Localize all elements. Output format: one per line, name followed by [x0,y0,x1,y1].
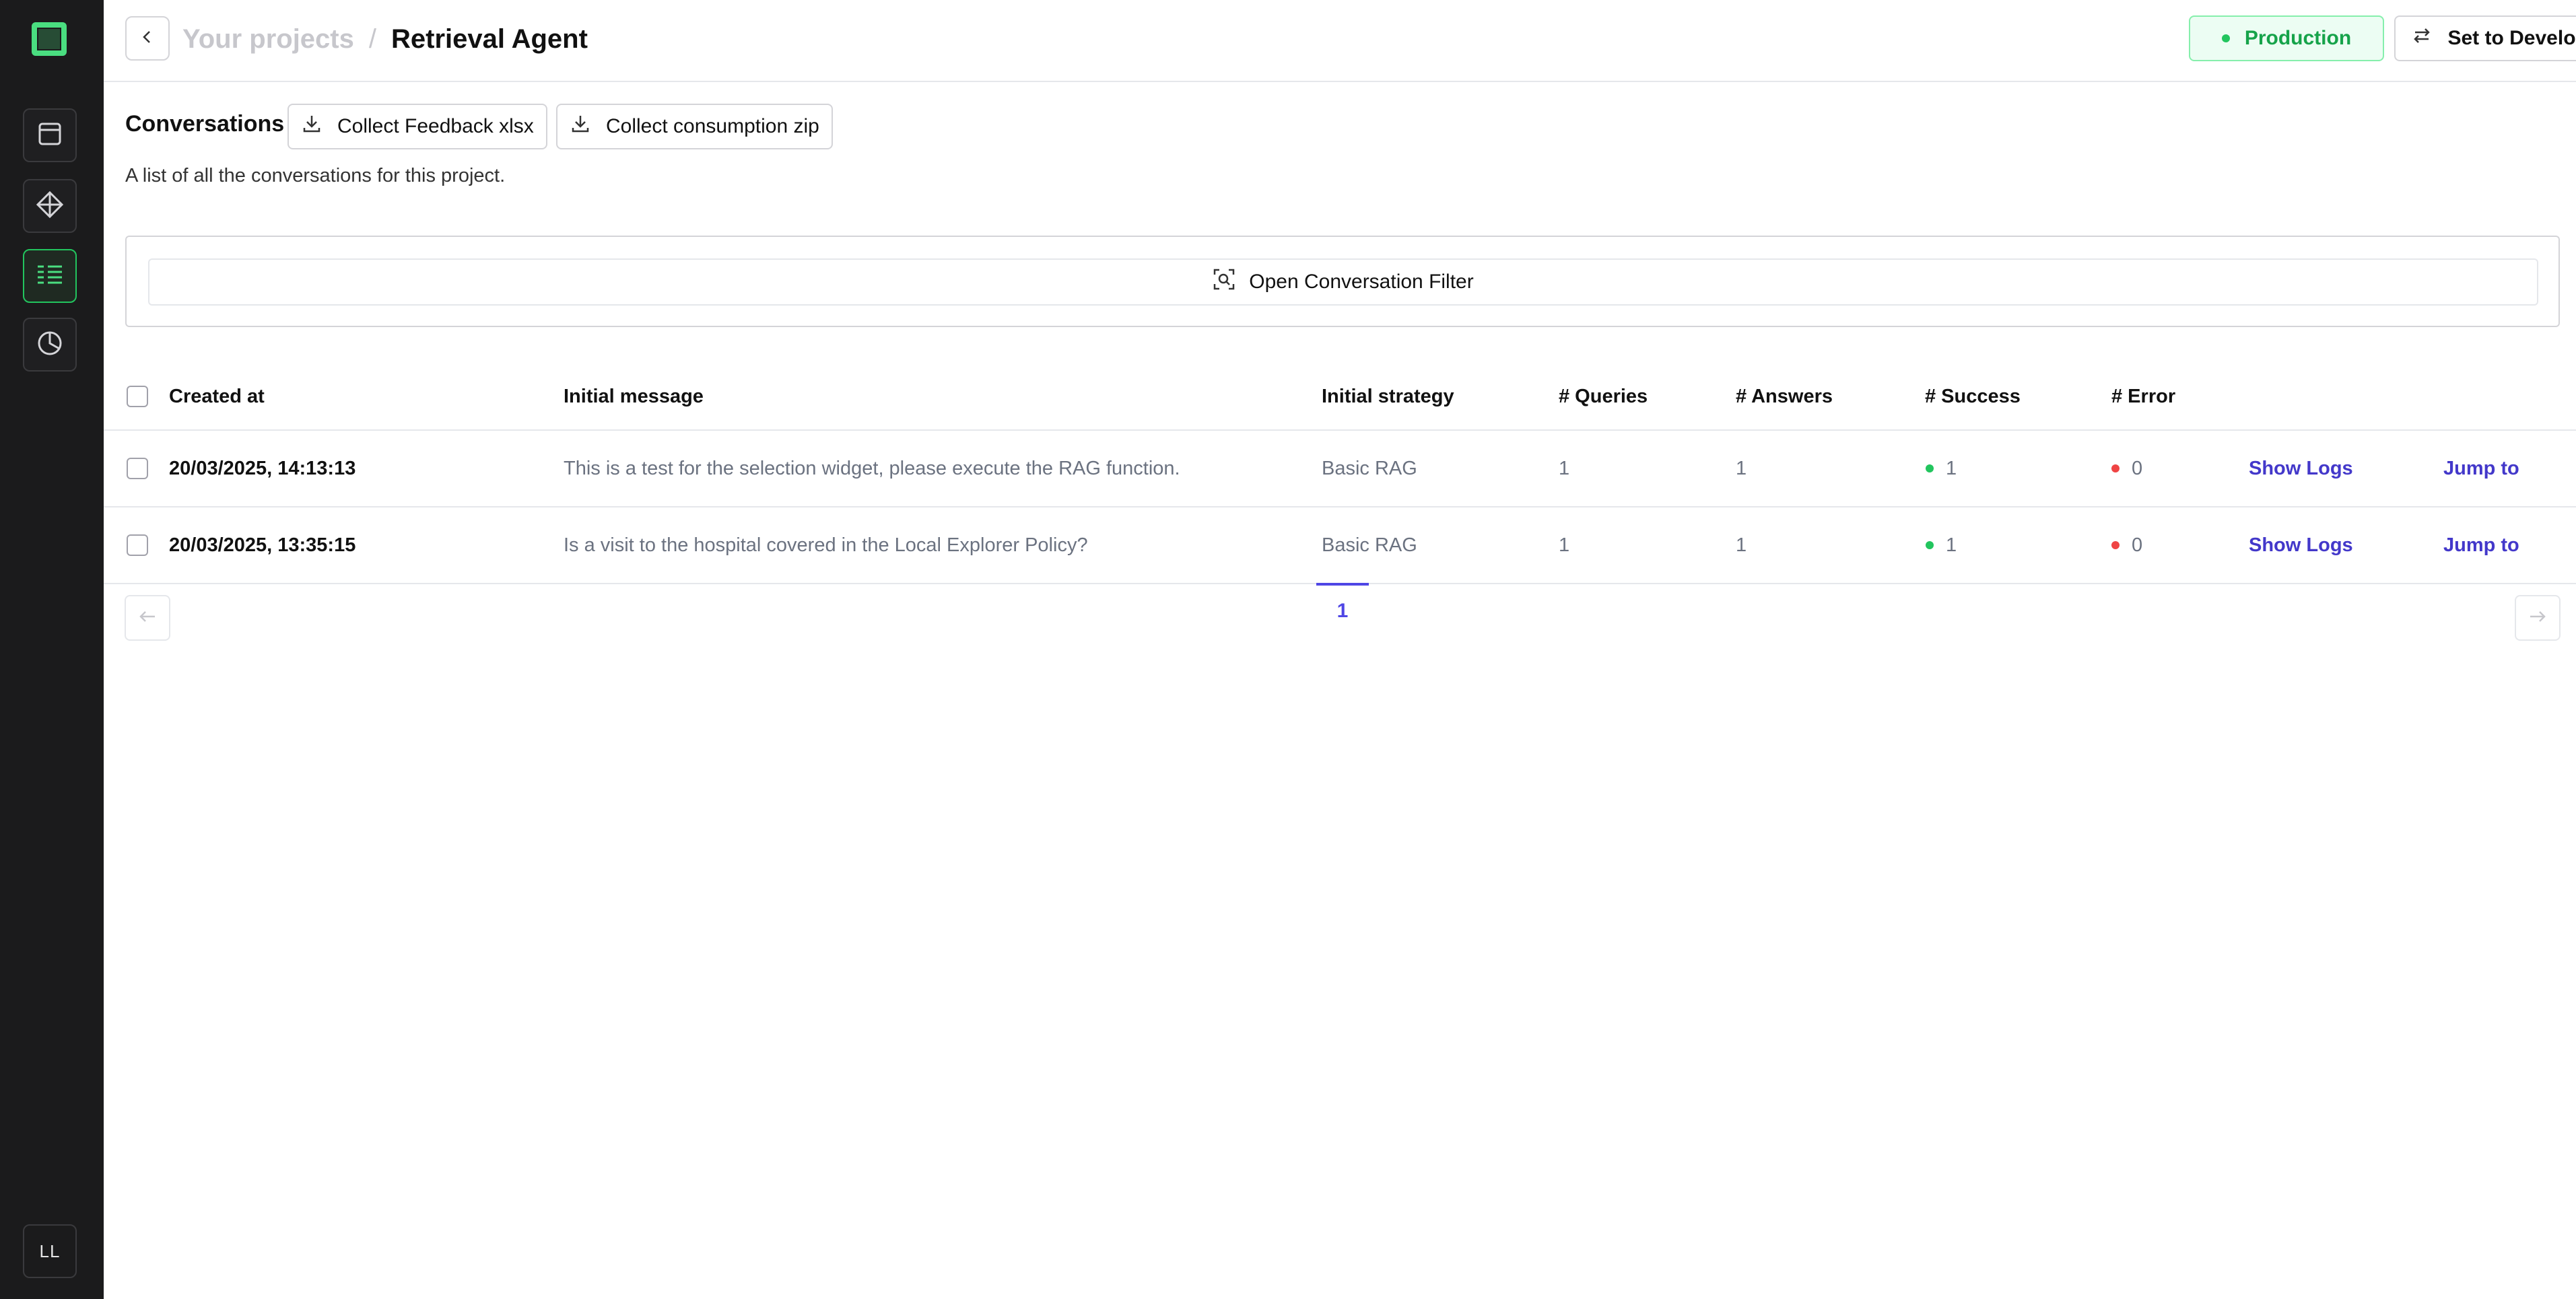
open-conversation-filter-label: Open Conversation Filter [1249,271,1474,293]
select-all-checkbox[interactable] [127,386,148,407]
error-count: 0 [2132,457,2143,479]
jump-to-link[interactable]: Jump to [2443,507,2519,583]
sidebar-item-conversations[interactable] [23,249,77,303]
column-initial-strategy[interactable]: Initial strategy [1322,363,1454,429]
breadcrumb-your-projects[interactable]: Your projects [182,24,354,55]
conversations-table: Created at Initial message Initial strat… [104,363,2576,584]
initial-message-cell: This is a test for the selection widget,… [564,457,1180,479]
initial-strategy-cell: Basic RAG [1322,534,1417,556]
error-dot-icon [2111,464,2120,472]
collect-consumption-label: Collect consumption zip [606,115,819,137]
table-row: 20/03/2025, 13:35:15 Is a visit to the h… [104,507,2576,584]
success-dot-icon [1926,464,1934,472]
sidebar: LL [0,0,104,1299]
show-logs-link[interactable]: Show Logs [2249,507,2353,583]
top-header: Your projects / Retrieval Agent Producti… [104,0,2576,82]
success-cell: 1 [1926,431,1957,506]
sidebar-item-window[interactable] [23,108,77,162]
swap-arrows-icon [2411,25,2433,52]
answers-cell: 1 [1736,534,1747,556]
arrow-right-icon [2528,606,2548,630]
answers-cell: 1 [1736,457,1747,479]
diamond-icon [36,190,64,222]
filter-card: Open Conversation Filter [125,236,2560,327]
table-header-row: Created at Initial message Initial strat… [104,363,2576,431]
column-success[interactable]: # Success [1925,363,2021,429]
queries-cell: 1 [1559,534,1570,556]
error-count: 0 [2132,534,2143,556]
row-checkbox[interactable] [127,534,148,556]
success-count: 1 [1946,457,1957,479]
breadcrumb-separator: / [368,24,376,54]
collect-consumption-button[interactable]: Collect consumption zip [556,104,833,149]
app-root: LL Your projects / Retrieval Agent Produ… [0,0,2576,1299]
jump-to-link[interactable]: Jump to [2443,431,2519,506]
set-to-development-label: Set to Development [2447,27,2576,49]
next-page-button[interactable] [2515,595,2561,641]
row-checkbox[interactable] [127,458,148,479]
window-icon [37,121,63,150]
page-title: Retrieval Agent [391,24,588,54]
pie-chart-icon [36,330,63,360]
back-button[interactable] [125,16,170,61]
section-title: Conversations [125,111,285,137]
sidebar-item-analytics[interactable] [23,318,77,372]
set-to-development-button[interactable]: Set to Development [2394,15,2576,61]
download-icon [301,113,323,140]
error-dot-icon [2111,541,2120,549]
success-count: 1 [1946,534,1957,556]
column-error[interactable]: # Error [2111,363,2175,429]
queries-cell: 1 [1559,457,1570,479]
error-cell: 0 [2111,431,2142,506]
created-at-cell: 20/03/2025, 13:35:15 [169,534,356,556]
success-cell: 1 [1926,507,1957,583]
chevron-left-icon [139,29,156,48]
column-initial-message[interactable]: Initial message [564,363,704,429]
created-at-cell: 20/03/2025, 14:13:13 [169,457,356,479]
breadcrumb: Your projects / Retrieval Agent [182,20,588,58]
initial-strategy-cell: Basic RAG [1322,457,1417,479]
success-dot-icon [1926,541,1934,549]
scan-filter-icon [1213,268,1235,296]
initial-message-cell: Is a visit to the hospital covered in th… [564,534,1088,556]
list-icon [36,262,64,290]
download-icon [570,113,591,140]
app-logo-icon[interactable] [31,22,67,57]
show-logs-link[interactable]: Show Logs [2249,431,2353,506]
environment-label: Production [2244,27,2352,49]
arrow-left-icon [137,606,158,630]
sidebar-item-diamond[interactable] [23,179,77,233]
column-queries[interactable]: # Queries [1559,363,1648,429]
previous-page-button[interactable] [125,595,170,641]
open-conversation-filter-button[interactable]: Open Conversation Filter [148,258,2538,306]
column-created-at[interactable]: Created at [169,363,265,429]
error-cell: 0 [2111,507,2142,583]
section-description: A list of all the conversations for this… [125,165,506,186]
environment-badge: Production [2189,15,2384,61]
status-dot-icon [2221,34,2230,42]
collect-feedback-button[interactable]: Collect Feedback xlsx [287,104,547,149]
table-row: 20/03/2025, 14:13:13 This is a test for … [104,431,2576,507]
collect-feedback-label: Collect Feedback xlsx [337,115,534,137]
page-number-current[interactable]: 1 [1316,583,1369,637]
user-avatar[interactable]: LL [23,1224,77,1278]
column-answers[interactable]: # Answers [1736,363,1833,429]
